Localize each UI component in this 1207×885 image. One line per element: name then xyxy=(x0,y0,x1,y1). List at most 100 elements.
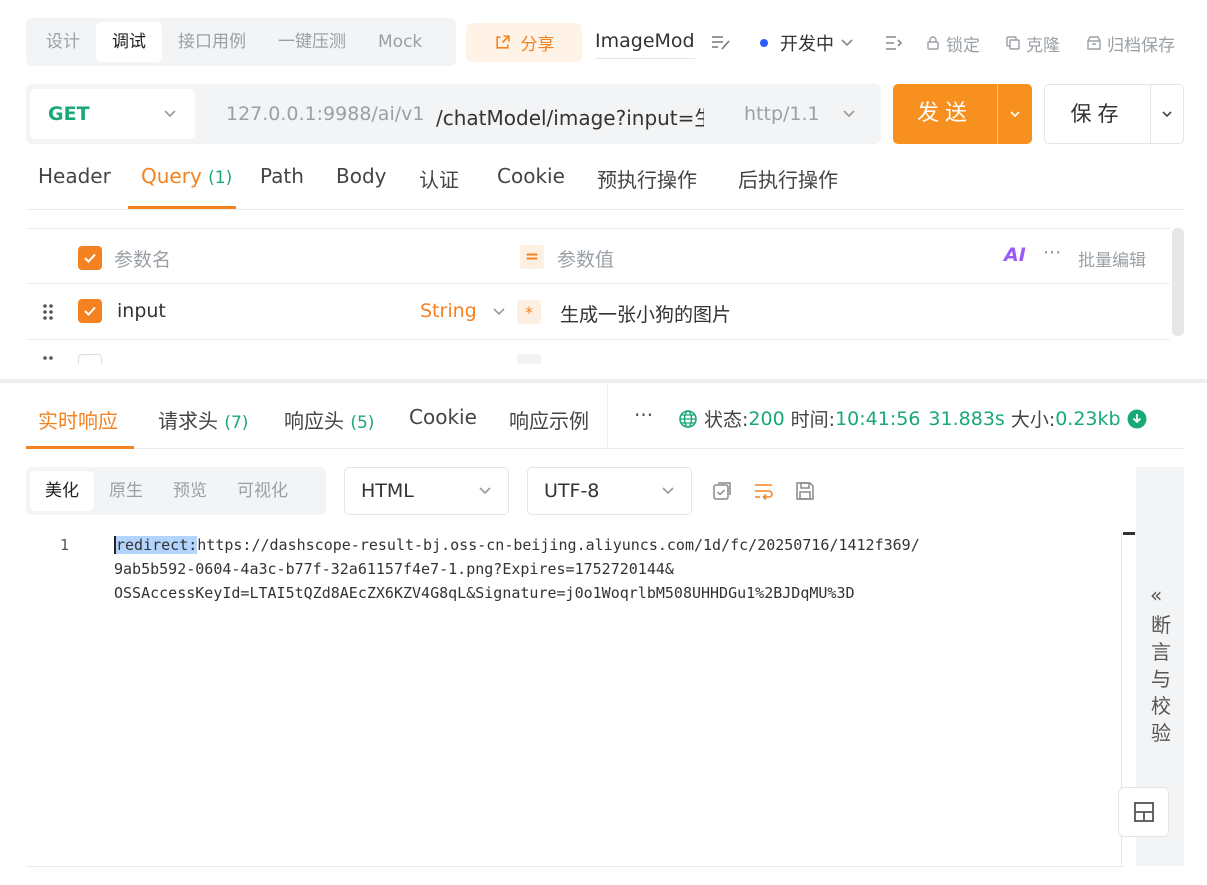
equals-icon: = xyxy=(520,245,544,269)
select-all-checkbox[interactable] xyxy=(78,246,102,270)
tab-cookie[interactable]: Cookie xyxy=(497,164,565,188)
chevron-down-icon xyxy=(163,109,177,119)
tab-request-headers[interactable]: 请求头 (7) xyxy=(158,405,248,434)
tab-design[interactable]: 设计 xyxy=(30,22,96,62)
tab-preview[interactable]: 预览 xyxy=(158,471,222,511)
tab-realtime-response[interactable]: 实时响应 xyxy=(38,405,118,434)
ai-button[interactable]: AI xyxy=(1004,244,1026,266)
wrap-lines-icon[interactable] xyxy=(753,480,777,504)
table-row-empty xyxy=(26,340,1170,364)
line-number: 1 xyxy=(60,536,70,554)
status-code: 200 xyxy=(748,407,785,430)
layout-toggle-icon[interactable] xyxy=(884,33,904,53)
tab-api-cases[interactable]: 接口用例 xyxy=(162,22,262,62)
view-mode-tabs: 美化 原生 预览 可视化 xyxy=(26,467,326,515)
tab-response-cookie[interactable]: Cookie xyxy=(409,405,477,429)
tab-mock[interactable]: Mock xyxy=(362,22,438,62)
chevron-down-icon xyxy=(1009,110,1021,118)
layout-panel-button[interactable] xyxy=(1118,787,1169,837)
protocol-select[interactable]: http/1.1 xyxy=(744,103,856,125)
encoding-label: UTF-8 xyxy=(544,480,600,502)
required-icon[interactable] xyxy=(517,354,541,364)
globe-icon xyxy=(678,409,698,429)
response-size: 0.23kb xyxy=(1055,407,1121,430)
chevron-down-icon[interactable] xyxy=(492,307,506,317)
drag-handle-icon[interactable] xyxy=(42,355,54,364)
expand-panel-icon[interactable]: « xyxy=(1150,583,1162,607)
send-button[interactable]: 发送 xyxy=(893,84,997,144)
clone-icon xyxy=(1005,35,1021,51)
params-scrollbar[interactable] xyxy=(1172,228,1184,336)
share-label: 分享 xyxy=(520,35,555,55)
format-label: HTML xyxy=(361,480,414,502)
active-tab-indicator xyxy=(128,206,236,209)
tab-visualize[interactable]: 可视化 xyxy=(222,471,303,511)
tab-debug[interactable]: 调试 xyxy=(96,22,162,62)
protocol-label: http/1.1 xyxy=(744,103,820,125)
panel-divider[interactable] xyxy=(0,379,1207,383)
tab-body[interactable]: Body xyxy=(336,164,387,188)
share-button[interactable]: 分享 xyxy=(466,23,582,62)
params-header-row: 参数名 = 参数值 AI ··· 批量编辑 xyxy=(26,229,1170,284)
save-response-icon[interactable] xyxy=(794,480,818,504)
tab-auth[interactable]: 认证 xyxy=(419,164,459,193)
table-row: input String * 生成一张小狗的图片 xyxy=(26,284,1170,340)
tab-response-headers[interactable]: 响应头 (5) xyxy=(284,405,374,434)
chevron-down-icon xyxy=(842,109,856,119)
lock-button[interactable]: 锁定 xyxy=(925,30,980,56)
code-line-1: redirect:https://dashscope-result-bj.oss… xyxy=(114,536,920,554)
tab-query[interactable]: Query (1) xyxy=(141,164,232,188)
send-button-group: 发送 xyxy=(893,84,1032,144)
env-label: 开发中 xyxy=(780,34,834,55)
response-status: 状态: 200 时间: 10:41:56 31.883s 大小: 0.23kb xyxy=(678,405,1147,432)
tab-pre-script[interactable]: 预执行操作 xyxy=(597,164,697,193)
save-options-button[interactable] xyxy=(1150,85,1184,143)
copy-icon[interactable] xyxy=(711,480,735,504)
env-status-dot xyxy=(760,39,768,47)
param-value-input[interactable]: 生成一张小狗的图片 xyxy=(560,300,731,327)
chevron-down-icon xyxy=(1161,110,1173,118)
tab-load-test[interactable]: 一键压测 xyxy=(262,22,362,62)
env-selector[interactable]: 开发中 xyxy=(760,30,854,56)
share-icon xyxy=(494,34,511,51)
tab-raw[interactable]: 原生 xyxy=(94,471,158,511)
response-body[interactable]: redirect:https://dashscope-result-bj.oss… xyxy=(114,533,1114,605)
query-count: (1) xyxy=(208,168,233,188)
tab-header[interactable]: Header xyxy=(38,164,111,188)
row-checkbox[interactable] xyxy=(78,354,102,364)
download-icon[interactable] xyxy=(1127,409,1147,429)
tab-response-example[interactable]: 响应示例 xyxy=(509,405,589,434)
encoding-select[interactable]: UTF-8 xyxy=(527,467,692,515)
edit-icon[interactable] xyxy=(710,33,732,53)
param-name-input[interactable]: input xyxy=(117,300,166,322)
param-value-header: 参数值 xyxy=(557,249,615,271)
chevron-down-icon xyxy=(661,486,675,496)
tab-post-script[interactable]: 后执行操作 xyxy=(738,164,838,193)
save-button-group: 保存 xyxy=(1044,84,1184,144)
required-icon[interactable]: * xyxy=(517,300,541,324)
more-options-icon[interactable]: ··· xyxy=(1043,242,1061,264)
chevron-down-icon xyxy=(478,486,492,496)
bulk-edit-button[interactable]: 批量编辑 xyxy=(1078,246,1146,271)
code-line-3: OSSAccessKeyId=LTAI5tQZd8AEcZX6KZV4G8qL&… xyxy=(114,584,855,602)
code-line-2: 9ab5b592-0604-4a3c-b77f-32a61157f4e7-1.p… xyxy=(114,560,674,578)
method-select[interactable]: GET xyxy=(30,89,195,139)
url-input[interactable]: /chatModel/image?input=生 xyxy=(436,102,704,131)
tab-path[interactable]: Path xyxy=(260,164,304,188)
save-button[interactable]: 保存 xyxy=(1045,85,1150,143)
clone-button[interactable]: 克隆 xyxy=(1005,30,1060,56)
drag-handle-icon[interactable] xyxy=(42,303,54,321)
format-select[interactable]: HTML xyxy=(344,467,509,515)
row-checkbox[interactable] xyxy=(78,299,102,323)
archive-save-button[interactable]: 归档保存 xyxy=(1086,30,1175,56)
tab-pretty[interactable]: 美化 xyxy=(30,471,94,511)
url-base-prefix[interactable]: 127.0.0.1:9988/ai/v1 xyxy=(226,103,424,125)
bottom-divider xyxy=(26,866,1124,867)
method-label: GET xyxy=(48,103,90,125)
more-tabs-button[interactable]: ··· xyxy=(634,403,653,427)
response-duration: 31.883s xyxy=(928,407,1005,430)
response-time: 10:41:56 xyxy=(835,407,921,430)
send-options-button[interactable] xyxy=(997,84,1032,144)
param-type-select[interactable]: String xyxy=(420,300,477,322)
doc-name-input[interactable]: ImageMod xyxy=(595,30,695,59)
